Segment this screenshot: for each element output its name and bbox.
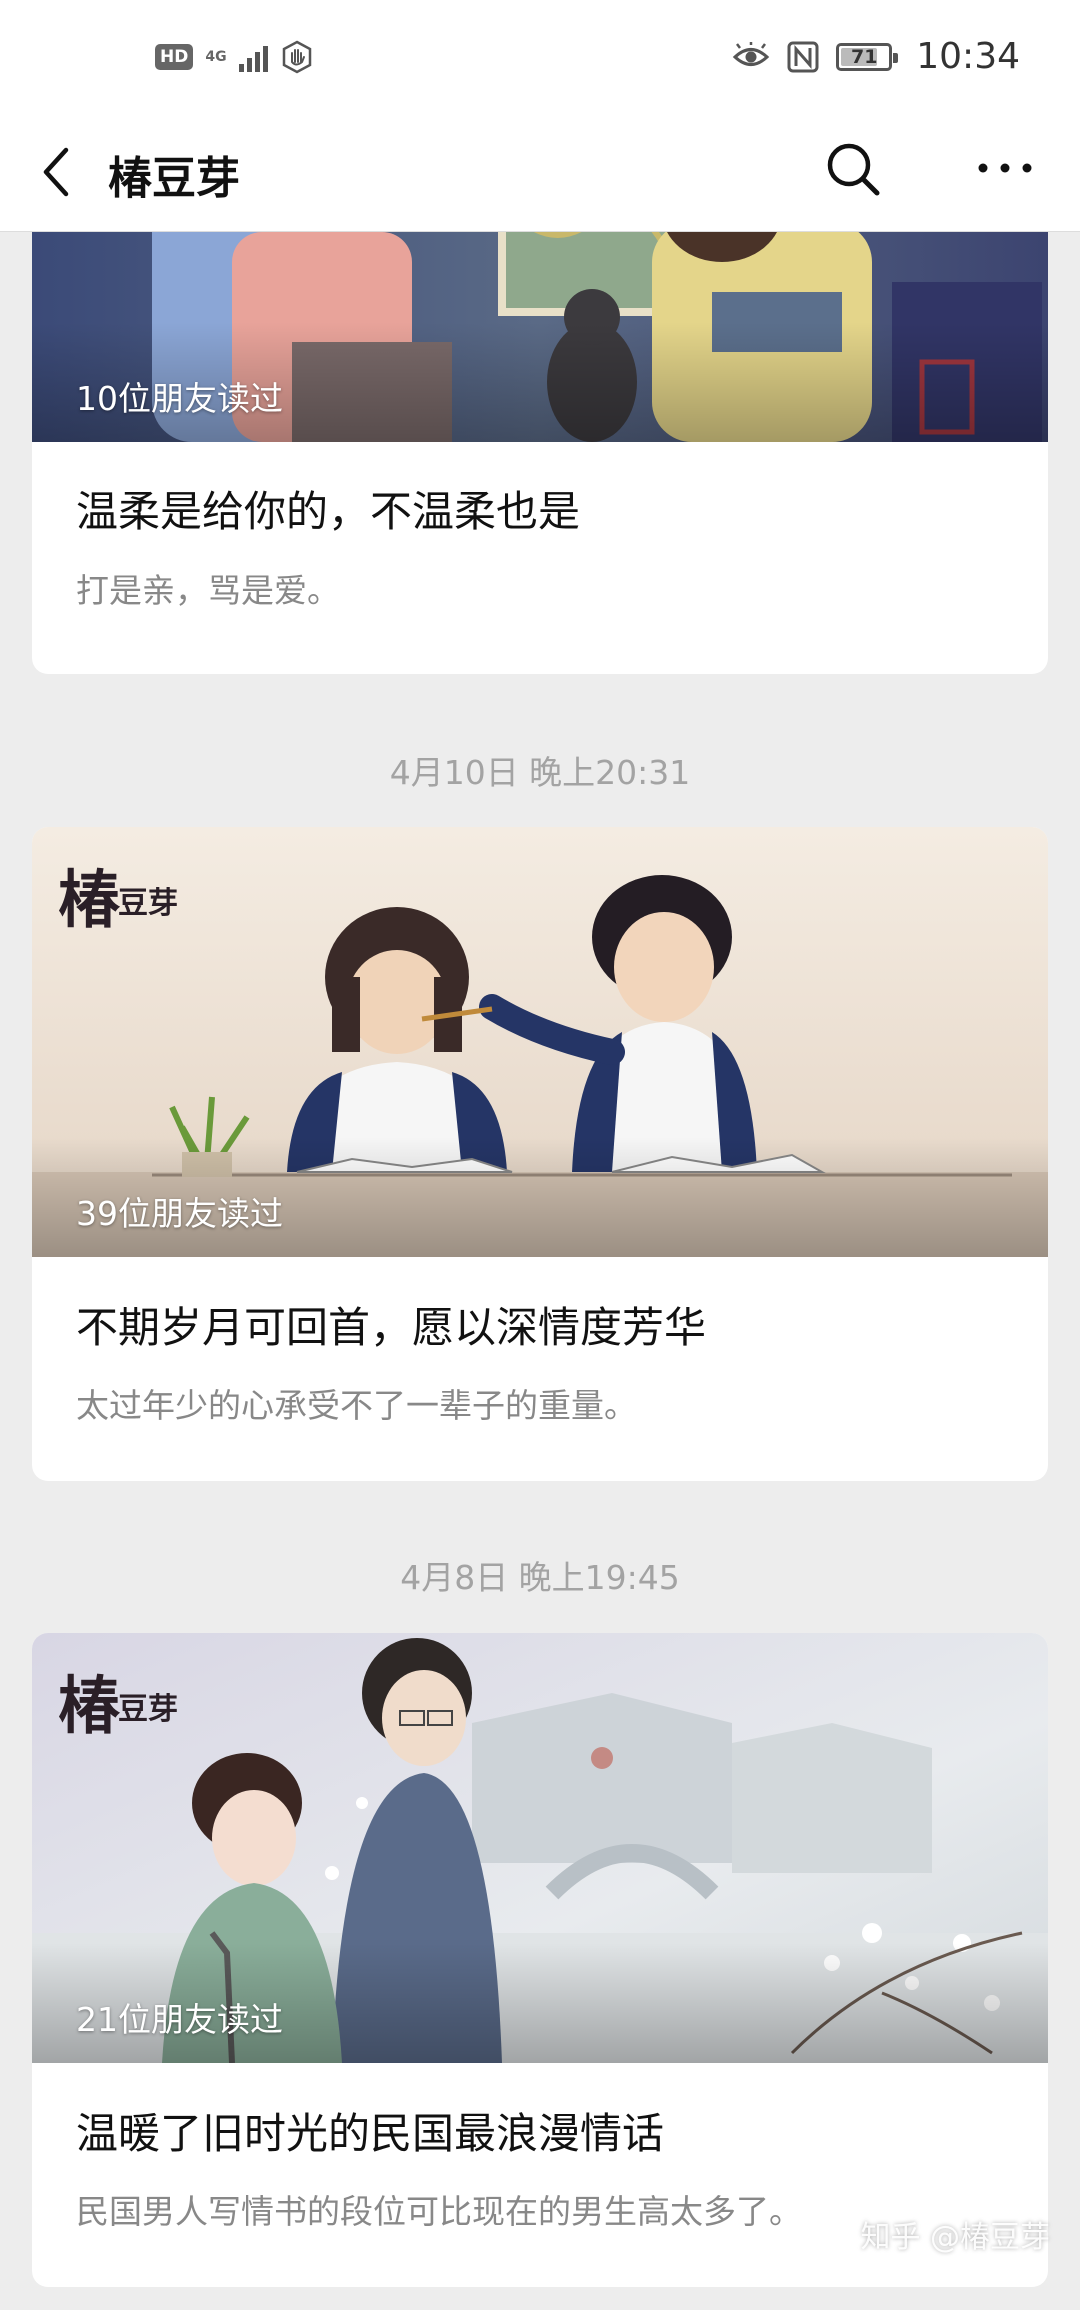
title-bar: 椿豆芽 — [0, 120, 1080, 232]
search-icon[interactable] — [824, 140, 882, 198]
battery-level: 71 — [851, 45, 878, 68]
more-icon[interactable] — [975, 158, 1035, 178]
status-bar: HD 4G 71 10:34 — [0, 0, 1080, 120]
signal-icon — [238, 42, 268, 72]
article-card[interactable]: 椿豆芽 39位朋友读过 不期岁月可回首，愿以深情度芳华 太过年少的心承受不了一辈… — [32, 827, 1048, 1481]
friends-read-count: 39位朋友读过 — [76, 1194, 283, 1233]
article-card[interactable]: 椿豆芽 21位朋友读过 温暖了旧时光的民国最浪漫情话 民国男人写情书的段位可比现… — [32, 1633, 1048, 2287]
brand-logo-big: 椿 — [58, 863, 120, 936]
page-title: 椿豆芽 — [108, 153, 240, 204]
article-title[interactable]: 温暖了旧时光的民国最浪漫情话 — [76, 2100, 664, 2161]
article-summary: 打是亲，骂是爱。 — [76, 571, 340, 610]
article-card[interactable]: 10位朋友读过 温柔是给你的，不温柔也是 打是亲，骂是爱。 — [32, 232, 1048, 674]
article-summary: 民国男人写情书的段位可比现在的男生高太多了。 — [76, 2192, 802, 2231]
eye-icon — [733, 41, 770, 66]
article-title[interactable]: 不期岁月可回首，愿以深情度芳华 — [76, 1294, 706, 1355]
friends-read-count: 21位朋友读过 — [76, 2000, 283, 2039]
clock: 10:34 — [916, 36, 1020, 77]
article-cover-image[interactable]: 椿豆芽 21位朋友读过 — [32, 1633, 1048, 2063]
article-title[interactable]: 温柔是给你的，不温柔也是 — [76, 478, 580, 539]
nfc-icon — [787, 41, 819, 72]
friends-read-count: 10位朋友读过 — [76, 379, 283, 418]
article-summary: 太过年少的心承受不了一辈子的重量。 — [76, 1386, 637, 1425]
message-timestamp: 4月10日 晚上20:31 — [389, 753, 691, 792]
battery-icon: 71 — [836, 42, 899, 71]
brand-logo-small: 豆芽 — [118, 1692, 179, 1727]
article-cover-image[interactable]: 椿豆芽 39位朋友读过 — [32, 827, 1048, 1257]
brand-logo: 椿豆芽 — [58, 849, 178, 939]
hd-badge: HD — [155, 44, 194, 70]
article-cover-image[interactable]: 10位朋友读过 — [32, 232, 1048, 442]
article-feed[interactable]: 10位朋友读过 温柔是给你的，不温柔也是 打是亲，骂是爱。 4月10日 晚上20… — [0, 232, 1080, 2310]
network-label: 4G — [205, 48, 227, 65]
back-icon[interactable] — [38, 144, 74, 200]
brand-logo-big: 椿 — [58, 1669, 120, 1742]
watermark: 知乎 @椿豆芽 — [860, 2220, 1050, 2255]
hand-icon — [282, 40, 311, 74]
status-right: 71 10:34 — [732, 36, 1020, 77]
status-left: HD 4G — [155, 40, 314, 74]
brand-logo: 椿豆芽 — [58, 1655, 178, 1745]
brand-logo-small: 豆芽 — [118, 886, 179, 921]
message-timestamp: 4月8日 晚上19:45 — [400, 1558, 680, 1597]
